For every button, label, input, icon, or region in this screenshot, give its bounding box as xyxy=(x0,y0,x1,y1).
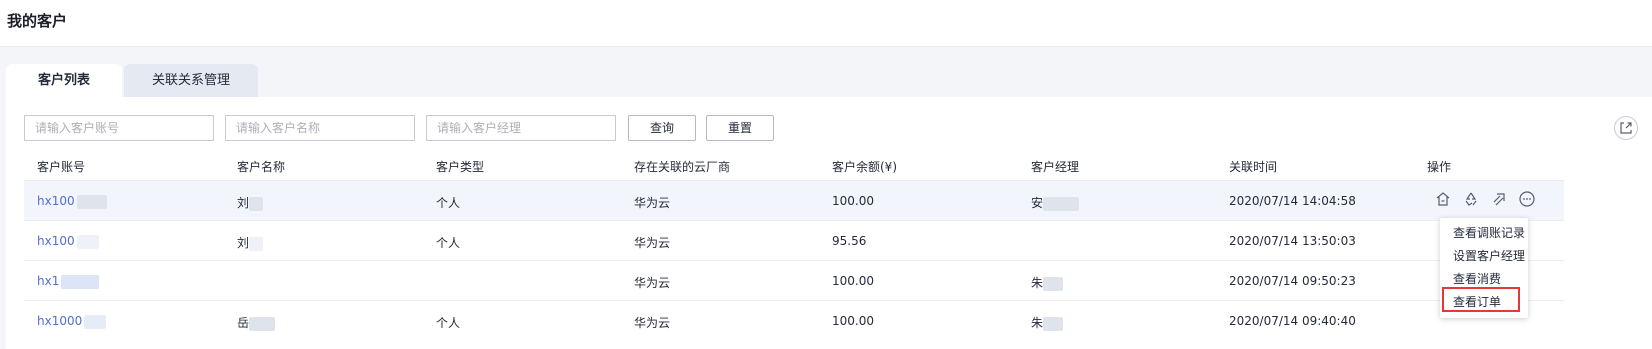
link-icon[interactable] xyxy=(1490,190,1508,208)
customer-balance: 100.00 xyxy=(832,314,874,328)
column-header-balance: 客户余额(¥) xyxy=(832,160,897,174)
account-link[interactable]: hx1000 xyxy=(37,314,107,329)
reset-button[interactable]: 重置 xyxy=(706,115,774,141)
column-header-account: 客户账号 xyxy=(37,160,86,174)
customer-manager: 朱 xyxy=(1031,314,1064,331)
menu-item-adjustment-records[interactable]: 查看调账记录 xyxy=(1453,224,1525,241)
account-link[interactable]: hx100 xyxy=(37,234,99,249)
column-header-cloud: 存在关联的云厂商 xyxy=(634,160,731,174)
account-link[interactable]: hx100 xyxy=(37,194,107,209)
customer-name: 刘 xyxy=(237,234,264,251)
export-icon xyxy=(1620,122,1632,134)
column-header-actions: 操作 xyxy=(1427,160,1452,174)
cloud-vendor: 华为云 xyxy=(634,276,671,290)
more-icon[interactable] xyxy=(1518,190,1536,208)
cloud-vendor: 华为云 xyxy=(634,236,671,250)
tab-relation-management[interactable]: 关联关系管理 xyxy=(124,64,258,98)
customer-type: 个人 xyxy=(436,196,461,210)
column-header-manager: 客户经理 xyxy=(1031,160,1080,174)
query-button[interactable]: 查询 xyxy=(628,115,696,141)
customer-balance: 95.56 xyxy=(832,234,867,248)
tab-bar: 客户列表 关联关系管理 xyxy=(0,64,1652,98)
account-search-input[interactable] xyxy=(24,115,214,141)
table-header: 客户账号 客户名称 客户类型 存在关联的云厂商 客户余额(¥) 客户经理 关联时… xyxy=(24,154,1564,180)
account-link[interactable]: hx1 xyxy=(37,274,100,289)
cloud-vendor: 华为云 xyxy=(634,316,671,330)
table-row: hx100 刘 个人 华为云 100.00 安 2020/07/14 14:04… xyxy=(24,180,1564,221)
menu-item-view-consumption[interactable]: 查看消费 xyxy=(1453,270,1501,287)
relation-time: 2020/07/14 09:40:40 xyxy=(1229,314,1356,328)
relation-time: 2020/07/14 14:04:58 xyxy=(1229,194,1356,208)
customer-name: 刘 xyxy=(237,194,264,211)
customer-type: 个人 xyxy=(436,236,461,250)
customer-manager: 朱 xyxy=(1031,274,1064,291)
customer-name: 岳 xyxy=(237,314,276,331)
export-button[interactable] xyxy=(1614,116,1638,140)
cloud-vendor: 华为云 xyxy=(634,196,671,210)
customer-panel: 查询 重置 客户账号 客户名称 客户类型 存在关联的云厂商 客户余额(¥) 客户… xyxy=(6,97,1652,349)
table-row: hx1 华为云 100.00 朱 2020/07/14 09:50:23 xyxy=(24,260,1564,301)
page-title: 我的客户 xyxy=(7,12,68,30)
recycle-icon[interactable] xyxy=(1462,190,1480,208)
customer-balance: 100.00 xyxy=(832,274,874,288)
column-header-name: 客户名称 xyxy=(237,160,286,174)
column-header-time: 关联时间 xyxy=(1229,160,1278,174)
highlight-box xyxy=(1442,287,1520,312)
customer-balance: 100.00 xyxy=(832,194,874,208)
table-row: hx1000 岳 个人 华为云 100.00 朱 2020/07/14 09:4… xyxy=(24,300,1564,341)
table-row: hx100 刘 个人 华为云 95.56 2020/07/14 13:50:03 xyxy=(24,220,1564,261)
name-search-input[interactable] xyxy=(225,115,415,141)
menu-item-set-manager[interactable]: 设置客户经理 xyxy=(1453,247,1525,264)
column-header-type: 客户类型 xyxy=(436,160,485,174)
relation-time: 2020/07/14 09:50:23 xyxy=(1229,274,1356,288)
home-icon[interactable] xyxy=(1434,190,1452,208)
customer-type: 个人 xyxy=(436,316,461,330)
page-header: 我的客户 xyxy=(0,0,1652,47)
relation-time: 2020/07/14 13:50:03 xyxy=(1229,234,1356,248)
manager-search-input[interactable] xyxy=(426,115,616,141)
customer-manager: 安 xyxy=(1031,194,1080,211)
tab-customer-list[interactable]: 客户列表 xyxy=(6,64,122,98)
